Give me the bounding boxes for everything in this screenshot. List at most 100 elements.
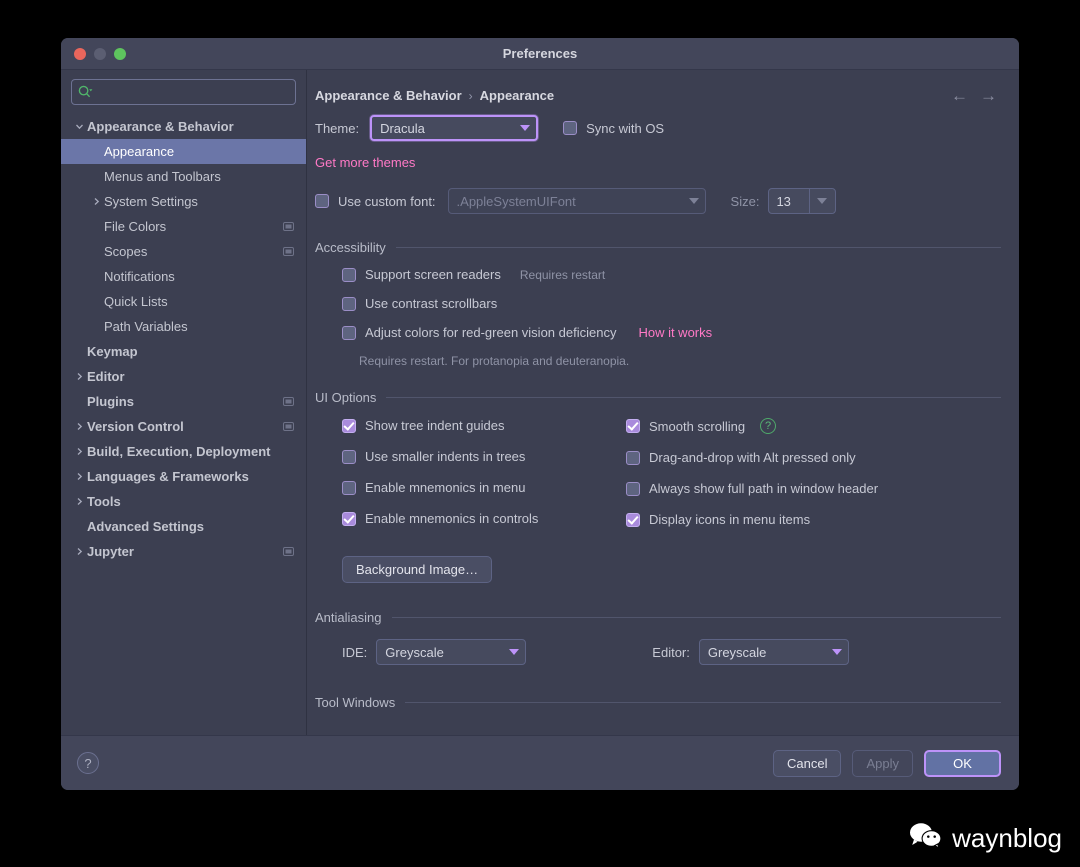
ui-option-checkbox[interactable] [342,418,356,433]
sidebar-item-file-colors[interactable]: File Colors [61,214,306,239]
accessibility-option-note: Requires restart [519,267,606,282]
ui-options-section-header: UI Options [315,390,1001,405]
sidebar-item-jupyter[interactable]: Jupyter [61,539,306,564]
sidebar-item-version-control[interactable]: Version Control [61,414,306,439]
breadcrumb-row: Appearance & Behavior › Appearance ← → [315,70,1001,106]
font-size-stepper[interactable]: 13 [768,188,837,214]
background-image-button[interactable]: Background Image… [342,556,493,583]
ui-option-checkbox[interactable] [626,512,640,527]
ui-option-checkbox[interactable] [342,480,356,495]
font-size-stepper-button[interactable] [809,189,834,213]
ui-option-checkbox[interactable] [626,419,640,433]
help-button[interactable]: ? [77,752,99,774]
sync-with-os-checkbox[interactable] [563,121,578,135]
how-it-works-link[interactable]: How it works [638,325,712,340]
chevron-down-icon [509,649,520,655]
ide-antialiasing-select[interactable]: Greyscale [376,639,527,665]
ui-option-row[interactable]: Always show full path in window header [626,481,1001,496]
window-title: Preferences [502,46,578,61]
forward-arrow-icon[interactable]: → [980,87,997,104]
accessibility-option-row[interactable]: Support screen readers Requires restart [342,267,1001,282]
sidebar-item-scopes[interactable]: Scopes [61,239,306,264]
chevron-down-icon [816,198,827,204]
ok-button[interactable]: OK [924,749,1001,777]
chevron-right-icon[interactable] [71,422,87,431]
custom-font-row: Use custom font: .AppleSystemUIFont Size… [315,188,1001,214]
ui-option-row[interactable]: Show tree indent guides [342,418,626,433]
accessibility-option-label: Adjust colors for red-green vision defic… [365,325,617,340]
sidebar-item-label: Menus and Toolbars [104,169,221,184]
ui-option-label: Show tree indent guides [365,418,505,433]
chevron-right-icon[interactable] [71,372,87,381]
breadcrumb-parent[interactable]: Appearance & Behavior [315,88,462,103]
zoom-window-button[interactable] [114,47,126,60]
accessibility-option-row[interactable]: Use contrast scrollbars [342,296,1001,311]
accessibility-option-label: Use contrast scrollbars [365,296,498,311]
chevron-right-icon[interactable] [88,197,104,206]
editor-antialiasing-select[interactable]: Greyscale [698,639,849,665]
ui-option-row[interactable]: Display icons in menu items [626,512,1001,527]
sidebar-item-menus-and-toolbars[interactable]: Menus and Toolbars [61,164,306,189]
ui-option-row[interactable]: Smooth scrolling? [626,418,1001,434]
antialiasing-title: Antialiasing [315,610,382,625]
chevron-down-icon[interactable] [71,122,87,131]
search-input[interactable] [71,79,296,105]
sidebar-item-appearance-behavior[interactable]: Appearance & Behavior [61,114,306,139]
window-body: Appearance & Behavior Appearance Menus and… [61,70,1019,735]
sidebar-search-wrap [61,70,306,111]
sidebar-item-tools[interactable]: Tools [61,489,306,514]
ui-options-left-column: Show tree indent guides Use smaller inden… [342,418,626,543]
breadcrumb-current: Appearance [479,88,555,103]
ui-option-label: Enable mnemonics in menu [365,480,526,495]
custom-font-select[interactable]: .AppleSystemUIFont [447,188,706,214]
ui-option-checkbox[interactable] [342,449,356,464]
sidebar-item-advanced-settings[interactable]: Advanced Settings [61,514,306,539]
help-question-icon[interactable]: ? [760,418,777,434]
ui-option-row[interactable]: Drag-and-drop with Alt pressed only [626,450,1001,465]
chevron-right-icon[interactable] [71,472,87,481]
theme-select[interactable]: Dracula [370,115,539,141]
get-more-themes-link[interactable]: Get more themes [315,155,415,170]
accessibility-footnote: Requires restart. For protanopia and deu… [359,354,630,368]
accessibility-option-row[interactable]: Adjust colors for red-green vision defic… [342,325,1001,340]
minimize-window-button[interactable] [94,47,106,60]
sidebar-item-appearance[interactable]: Appearance [61,139,306,164]
sidebar-item-editor[interactable]: Editor [61,364,306,389]
accessibility-checkbox[interactable] [342,267,356,282]
ui-options-columns: Show tree indent guides Use smaller inden… [315,418,1001,543]
get-more-themes-row: Get more themes [315,154,1001,172]
use-custom-font-checkbox[interactable] [315,194,329,208]
chevron-right-icon[interactable] [71,447,87,456]
ui-option-row[interactable]: Enable mnemonics in menu [342,480,626,495]
sidebar-item-system-settings[interactable]: System Settings [61,189,306,214]
sidebar-item-build-execution-deployment[interactable]: Build, Execution, Deployment [61,439,306,464]
ui-option-checkbox[interactable] [626,450,640,465]
accessibility-options: Support screen readers Requires restart Us… [315,267,1001,340]
ui-option-checkbox[interactable] [626,481,640,496]
back-arrow-icon[interactable]: ← [951,87,968,104]
cancel-button[interactable]: Cancel [773,749,842,777]
ui-option-checkbox[interactable] [342,511,356,526]
close-window-button[interactable] [74,47,86,60]
chevron-right-icon[interactable] [71,497,87,506]
sidebar-item-languages-frameworks[interactable]: Languages & Frameworks [61,464,306,489]
accessibility-checkbox[interactable] [342,325,356,340]
sidebar-item-path-variables[interactable]: Path Variables [61,314,306,339]
screen-badge-icon [283,222,294,231]
wechat-icon [909,822,943,855]
chevron-down-icon [831,649,842,655]
sidebar-item-keymap[interactable]: Keymap [61,339,306,364]
section-divider [395,247,1001,248]
watermark: waynblog [909,822,1062,855]
accessibility-checkbox[interactable] [342,296,356,311]
ui-option-row[interactable]: Use smaller indents in trees [342,449,626,464]
sidebar-item-plugins[interactable]: Plugins [61,389,306,414]
sidebar-item-notifications[interactable]: Notifications [61,264,306,289]
settings-tree[interactable]: Appearance & Behavior Appearance Menus and… [61,111,306,735]
ui-option-label: Use smaller indents in trees [365,449,526,464]
sync-with-os-row[interactable]: Sync with OS [563,121,664,136]
sidebar-item-quick-lists[interactable]: Quick Lists [61,289,306,314]
chevron-right-icon[interactable] [71,547,87,556]
ui-option-row[interactable]: Enable mnemonics in controls [342,511,626,526]
dialog-footer: ? Cancel Apply OK [61,735,1019,790]
